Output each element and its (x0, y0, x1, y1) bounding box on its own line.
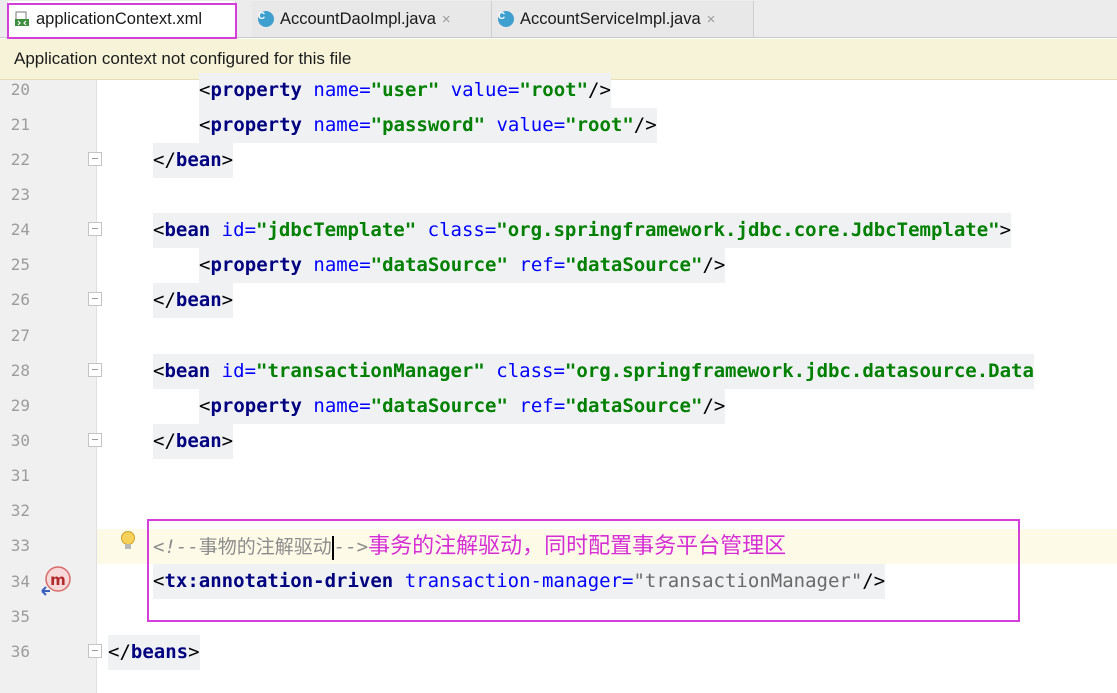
code-line-30[interactable]: </bean> (153, 424, 234, 459)
line-number: 20 (10, 80, 30, 99)
tab-label: AccountServiceImpl.java (520, 9, 701, 28)
line-number: 34 (10, 572, 30, 591)
close-icon[interactable]: × (442, 11, 451, 28)
line-number: 27 (10, 326, 30, 345)
svg-text:m: m (50, 571, 66, 589)
code-line-34[interactable]: <tx:annotation-driven transaction-manage… (153, 564, 886, 599)
tab-label: AccountDaoImpl.java (280, 9, 436, 28)
fold-start-icon[interactable] (88, 363, 102, 377)
code-line-20[interactable]: <property name="user" value="root"/> (199, 73, 611, 108)
code-line-26[interactable]: </bean> (153, 283, 234, 318)
spring-bean-navigate-icon[interactable]: m (40, 565, 72, 602)
tab-application-context-xml[interactable]: applicationContext.xml (8, 1, 236, 37)
lightbulb-icon[interactable] (120, 530, 136, 557)
line-number: 22 (10, 150, 30, 169)
code-line-21[interactable]: <property name="password" value="root"/> (199, 108, 657, 143)
line-number: 25 (10, 255, 30, 274)
line-number: 26 (10, 290, 30, 309)
code-line-29[interactable]: <property name="dataSource" ref="dataSou… (199, 389, 726, 424)
line-number: 23 (10, 185, 30, 204)
fold-end-icon[interactable] (88, 644, 102, 658)
line-number: 35 (10, 607, 30, 626)
code-line-33[interactable]: <!--事物的注解驱动 -->事务的注解驱动，同时配置事务平台管理区 (153, 529, 786, 564)
code-line-36[interactable]: </beans> (108, 635, 200, 670)
java-class-icon: C (258, 11, 274, 27)
line-number: 21 (10, 115, 30, 134)
notification-text: Application context not configured for t… (14, 49, 352, 68)
fold-end-icon[interactable] (88, 433, 102, 447)
tab-account-dao-impl[interactable]: C AccountDaoImpl.java × (252, 1, 492, 37)
line-number: 33 (10, 536, 30, 555)
code-line-25[interactable]: <property name="dataSource" ref="dataSou… (199, 248, 726, 283)
line-number: 29 (10, 396, 30, 415)
fold-end-icon[interactable] (88, 152, 102, 166)
xml-file-icon (14, 11, 30, 27)
line-number: 31 (10, 466, 30, 485)
editor-tab-bar: applicationContext.xml C AccountDaoImpl.… (0, 0, 1117, 39)
line-number: 28 (10, 361, 30, 380)
annotation-note: 事务的注解驱动，同时配置事务平台管理区 (368, 534, 787, 559)
code-line-22[interactable]: </bean> (153, 143, 234, 178)
code-line-28[interactable]: <bean id="transactionManager" class="org… (153, 354, 1034, 389)
close-icon[interactable]: × (707, 11, 716, 28)
tab-account-service-impl[interactable]: C AccountServiceImpl.java × (492, 1, 754, 37)
line-number: 32 (10, 501, 30, 520)
code-line-24[interactable]: <bean id="jdbcTemplate" class="org.sprin… (153, 213, 1012, 248)
tab-label: applicationContext.xml (36, 9, 202, 28)
line-number: 36 (10, 642, 30, 661)
line-number: 24 (10, 220, 30, 239)
fold-end-icon[interactable] (88, 292, 102, 306)
fold-start-icon[interactable] (88, 222, 102, 236)
line-number: 30 (10, 431, 30, 450)
java-class-icon: C (498, 11, 514, 27)
